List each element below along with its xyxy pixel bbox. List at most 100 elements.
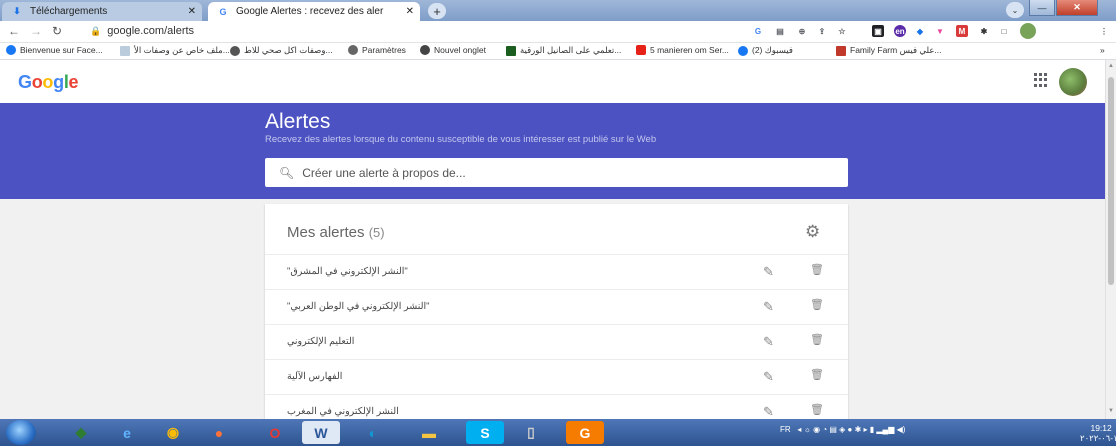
alert-row[interactable]: الفهارس الآلية ✎ 🗑︎ <box>265 359 848 394</box>
youtube-icon <box>636 45 646 55</box>
bookmark-item[interactable]: تعلمي على الصانيل الورقية... <box>506 45 621 56</box>
system-clock[interactable]: 19:12 ۲۰۲۲-۰٦-۱۱ <box>1080 423 1116 443</box>
chrome-icon[interactable]: ◉ <box>154 421 192 444</box>
bookmark-item[interactable]: وصفات اكل صحي للاط... <box>230 45 333 56</box>
clock-time: 19:12 <box>1090 423 1112 433</box>
minimize-icon[interactable]: — <box>1029 0 1055 16</box>
bookmark-item[interactable]: 5 manieren om Ser... <box>636 45 729 55</box>
clock-date: ۲۰۲۲-۰٦-۱۱ <box>1080 433 1116 443</box>
alert-query: "النشر الإلكتروني في الوطن العربي" <box>287 301 430 312</box>
zoom-icon[interactable]: ⊕ <box>796 25 808 37</box>
menu-kebab-icon[interactable]: ⋮ <box>1098 25 1110 37</box>
tab-title: Téléchargements <box>30 6 108 17</box>
url-text: google.com/alerts <box>107 25 195 37</box>
share-icon[interactable]: ⇪ <box>816 25 828 37</box>
google-lens-icon[interactable]: G <box>752 25 764 37</box>
folder-icon[interactable]: ▬ <box>410 421 448 444</box>
page-icon <box>120 45 130 56</box>
extension-icon[interactable]: ▼ <box>934 25 946 37</box>
game-icon <box>836 45 846 56</box>
delete-trash-icon[interactable]: 🗑︎ <box>810 263 824 276</box>
facebook-icon <box>738 45 748 56</box>
my-alerts-card: Mes alertes (5) ⚙ "النشر الإلكتروني في ا… <box>265 204 848 419</box>
bookmark-item[interactable]: Family Farm علي فيس... <box>836 45 941 56</box>
bookmark-item[interactable]: ملف خاص عن وصفات الأ... <box>120 45 230 56</box>
scroll-up-icon[interactable]: ▲ <box>1108 63 1114 69</box>
back-icon[interactable]: ← <box>8 24 20 38</box>
alerts-banner: Alertes Recevez des alertes lorsque du c… <box>0 103 1105 199</box>
edit-pencil-icon[interactable]: ✎ <box>763 369 774 385</box>
bookmark-item[interactable]: Paramètres <box>348 45 406 55</box>
delete-trash-icon[interactable]: 🗑︎ <box>810 298 824 311</box>
address-toolbar: ← → ↻ 🔒 google.com/alerts G ▤ ⊕ ⇪ ☆ ▣ en … <box>0 21 1116 43</box>
reload-icon[interactable]: ↻ <box>52 24 62 38</box>
globe-icon <box>420 45 430 55</box>
page-scrollbar[interactable]: ▲ ▼ <box>1105 60 1116 419</box>
alert-query: النشر الإلكتروني في المغرب <box>287 406 399 417</box>
search-icon: 🔍︎ <box>279 165 295 180</box>
alert-row[interactable]: "النشر الإلكتروني في المشرق" ✎ 🗑︎ <box>265 254 848 289</box>
tray-icons[interactable]: ◂ ☼ ◉ ◔ ▤ ◈ ● ✱ ▸ ▮ ▂▄▆ ◀) <box>793 425 905 434</box>
google-logo[interactable]: Google <box>18 72 79 93</box>
window-controls: — ✕ <box>1028 0 1098 18</box>
word-icon[interactable]: W <box>302 421 340 444</box>
tab-downloads[interactable]: ⬇ Téléchargements ✕ <box>2 2 202 21</box>
alert-query: التعليم الإلكتروني <box>287 336 355 347</box>
edit-pencil-icon[interactable]: ✎ <box>763 299 774 315</box>
edge-icon[interactable]: ◐ <box>354 421 392 444</box>
bookmark-star-icon[interactable]: ☆ <box>836 25 848 37</box>
extensions-puzzle-icon[interactable]: ✱ <box>978 25 990 37</box>
alert-row[interactable]: النشر الإلكتروني في المغرب ✎ 🗑︎ <box>265 394 848 419</box>
delete-trash-icon[interactable]: 🗑︎ <box>810 333 824 346</box>
page-subtitle: Recevez des alertes lorsque du contenu s… <box>265 134 657 145</box>
skype-icon[interactable]: S <box>466 421 504 444</box>
extension-icon[interactable]: en <box>894 25 906 37</box>
bookmark-item[interactable]: (2) فيسبوك <box>738 45 793 56</box>
account-avatar[interactable] <box>1059 68 1087 96</box>
scrollbar-thumb[interactable] <box>1108 77 1114 285</box>
browser-tab-strip: ⬇ Téléchargements ✕ G Google Alertes : r… <box>0 0 1116 21</box>
language-indicator[interactable]: FR <box>780 425 791 434</box>
edit-pencil-icon[interactable]: ✎ <box>763 334 774 350</box>
bookmarks-overflow[interactable]: » <box>1100 45 1105 55</box>
device-icon[interactable]: ▯ <box>512 421 550 444</box>
firefox-icon[interactable]: ● <box>200 421 238 444</box>
internet-explorer-icon[interactable]: e <box>108 421 146 444</box>
tab-search-icon[interactable]: ⌄ <box>1006 2 1024 18</box>
alert-row[interactable]: "النشر الإلكتروني في الوطن العربي" ✎ 🗑︎ <box>265 289 848 324</box>
translate-icon[interactable]: ▤ <box>774 25 786 37</box>
start-button[interactable] <box>6 420 36 445</box>
new-tab-button[interactable]: + <box>428 3 446 19</box>
extension-icon[interactable]: ◆ <box>914 25 926 37</box>
extension-icon[interactable]: ▣ <box>872 25 884 37</box>
edit-pencil-icon[interactable]: ✎ <box>763 264 774 280</box>
scroll-down-icon[interactable]: ▼ <box>1108 408 1114 414</box>
forward-icon[interactable]: → <box>30 24 42 38</box>
delete-trash-icon[interactable]: 🗑︎ <box>810 403 824 416</box>
alert-row[interactable]: التعليم الإلكتروني ✎ 🗑︎ <box>265 324 848 359</box>
apps-grid-icon[interactable] <box>1034 73 1048 87</box>
extension-icon[interactable]: M <box>956 25 968 37</box>
gear-icon[interactable]: ⚙ <box>805 222 820 242</box>
side-panel-icon[interactable]: □ <box>998 25 1010 37</box>
close-icon[interactable]: ✕ <box>188 6 196 17</box>
delete-trash-icon[interactable]: 🗑︎ <box>810 368 824 381</box>
app-icon[interactable]: G <box>566 421 604 444</box>
alert-query: "النشر الإلكتروني في المشرق" <box>287 266 408 277</box>
tab-title: Google Alertes : recevez des aler <box>236 6 384 17</box>
windows-explorer-icon[interactable]: ◆ <box>62 421 100 444</box>
windows-taskbar: ◆ e ◉ ● O W ◐ ▬ S ▯ G FR ◂ ☼ ◉ ◔ ▤ ◈ ● ✱… <box>0 419 1116 446</box>
create-alert-input[interactable]: 🔍︎ Créer une alerte à propos de... <box>265 158 848 187</box>
alerts-count: (5) <box>368 225 385 240</box>
bookmark-item[interactable]: Bienvenue sur Face... <box>6 45 103 55</box>
url-bar[interactable]: 🔒 google.com/alerts <box>90 25 194 37</box>
edit-pencil-icon[interactable]: ✎ <box>763 404 774 419</box>
search-placeholder: Créer une alerte à propos de... <box>302 165 466 180</box>
window-close-icon[interactable]: ✕ <box>1056 0 1098 16</box>
bookmark-item[interactable]: Nouvel onglet <box>420 45 486 55</box>
close-icon[interactable]: ✕ <box>406 6 414 17</box>
profile-avatar-icon[interactable] <box>1020 23 1036 39</box>
opera-icon[interactable]: O <box>256 421 294 444</box>
tab-google-alerts[interactable]: G Google Alertes : recevez des aler ✕ <box>208 2 420 21</box>
facebook-icon <box>6 45 16 55</box>
